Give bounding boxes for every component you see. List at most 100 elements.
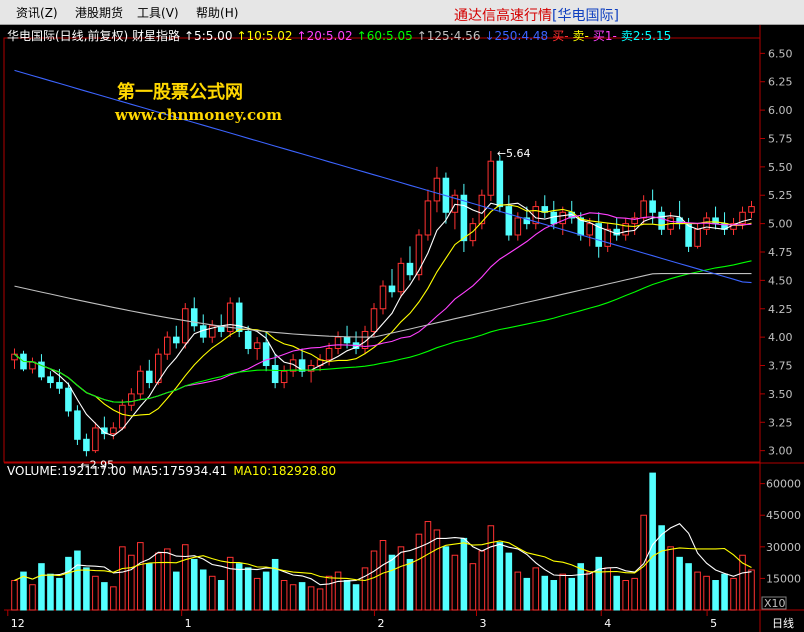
volume-value: VOLUME:192117.00 xyxy=(7,464,127,478)
volume-bar xyxy=(128,554,135,611)
watermark-title: 第一股票公式网 xyxy=(117,82,243,103)
volume-bar xyxy=(110,586,117,611)
volume-bar xyxy=(748,569,755,611)
candle-body xyxy=(110,427,117,435)
volume-bar xyxy=(541,575,549,611)
volume-bar xyxy=(595,556,602,611)
volume-tick-label: 30000 xyxy=(766,541,801,554)
indicator-value: ↑5:5.00 xyxy=(184,29,233,43)
ma5-line xyxy=(14,202,752,437)
menu-item-hk-futures[interactable]: 港股期货 xyxy=(75,4,123,21)
candle-body xyxy=(370,308,378,332)
candle-body xyxy=(379,285,387,310)
price-tick-label: 3.75 xyxy=(768,360,793,373)
volume-bar xyxy=(703,575,710,611)
candle-body xyxy=(388,285,396,293)
price-tick-label: 5.25 xyxy=(768,189,793,202)
menu-item-info[interactable]: 资讯(Z) xyxy=(16,4,58,21)
volume-bar xyxy=(721,573,728,611)
volume-bar xyxy=(586,571,594,611)
candle-body xyxy=(83,438,90,452)
candle-body xyxy=(460,194,468,242)
price-tick-label: 3.25 xyxy=(768,416,793,429)
indicator-value: ↓250:4.48 xyxy=(484,29,549,43)
volume-bar xyxy=(298,582,306,611)
volume-bar xyxy=(181,544,189,611)
volume-bar xyxy=(137,542,144,611)
candle-body xyxy=(47,376,54,384)
candle-body xyxy=(65,387,72,412)
price-tick-label: 4.25 xyxy=(768,303,793,316)
candle-body xyxy=(514,217,522,236)
candle-body xyxy=(433,177,441,202)
date-label: 2 xyxy=(377,617,384,630)
volume-tick-label: 60000 xyxy=(766,478,801,491)
volume-unit: X10 xyxy=(764,597,786,610)
candle-body xyxy=(550,211,558,225)
price-tick-label: 3.00 xyxy=(768,445,793,458)
volume-bar xyxy=(244,567,252,611)
app-title: 通达信高速行情[华电国际] xyxy=(454,5,619,25)
volume-bar xyxy=(56,577,63,611)
volume-bar xyxy=(343,580,351,611)
candle-body xyxy=(262,342,270,367)
candle-body xyxy=(164,336,171,355)
volume-tick-label: 15000 xyxy=(766,572,801,585)
volume-bar xyxy=(155,552,162,611)
candle-body xyxy=(334,336,342,349)
volume-bar xyxy=(74,550,81,611)
indicator-value: 卖- xyxy=(572,29,589,43)
volume-bar xyxy=(442,546,450,611)
volume-bar xyxy=(532,567,540,611)
candle-body xyxy=(505,206,513,236)
candle-body xyxy=(658,211,665,230)
candle-body xyxy=(244,330,252,349)
candle-body xyxy=(11,353,18,361)
candle-body xyxy=(694,228,701,247)
candle-body xyxy=(424,200,432,236)
volume-bar xyxy=(397,546,405,611)
candle-body xyxy=(235,302,243,332)
menu-bar: 资讯(Z) 港股期货 工具(V) 帮助(H) 通达信高速行情[华电国际] xyxy=(0,0,804,25)
indicator-info-line: 华电国际(日线,前复权) 财星指路 ↑5:5.00 ↑10:5.02 ↑20:5.02… xyxy=(7,27,675,44)
volume-tick-label: 45000 xyxy=(766,509,801,522)
candle-body xyxy=(487,160,495,196)
volume-bar xyxy=(406,558,414,611)
candle-body xyxy=(343,336,351,344)
price-tick-label: 6.25 xyxy=(768,76,793,89)
volume-bar xyxy=(199,569,207,611)
candle-body xyxy=(92,427,99,452)
candle-body xyxy=(397,262,405,293)
menu-item-help[interactable]: 帮助(H) xyxy=(196,4,238,21)
date-label: 1 xyxy=(185,617,192,630)
candle-body xyxy=(137,370,144,395)
period-label: 日线 xyxy=(772,616,794,630)
volume-bar xyxy=(433,529,441,611)
volume-bar xyxy=(388,554,396,611)
indicator-value: ↑20:5.02 xyxy=(296,29,353,43)
volume-bar xyxy=(29,584,36,611)
volume-bar xyxy=(280,580,288,611)
volume-bar xyxy=(262,571,270,611)
price-tick-label: 4.75 xyxy=(768,246,793,259)
price-tick-label: 5.50 xyxy=(768,161,793,174)
candle-body xyxy=(496,160,504,208)
menu-item-tools[interactable]: 工具(V) xyxy=(137,4,179,21)
candle-body xyxy=(649,200,656,213)
candle-body xyxy=(280,370,288,384)
candle-body xyxy=(253,342,261,349)
candle-body xyxy=(415,234,423,276)
volume-bar xyxy=(146,563,153,611)
volume-bar xyxy=(217,580,225,611)
candle-body xyxy=(586,223,594,236)
volume-bar xyxy=(469,563,477,611)
candle-body xyxy=(325,347,333,361)
date-label: 5 xyxy=(710,617,717,630)
indicator-value: 卖2:5.15 xyxy=(620,29,672,43)
volume-bar xyxy=(496,542,504,611)
high-price-label: ←5.64 xyxy=(497,147,531,160)
watermark-url: www.chnmoney.com xyxy=(115,106,282,124)
volume-bar xyxy=(271,558,279,611)
candle-body xyxy=(172,336,180,344)
volume-bar xyxy=(505,552,513,611)
